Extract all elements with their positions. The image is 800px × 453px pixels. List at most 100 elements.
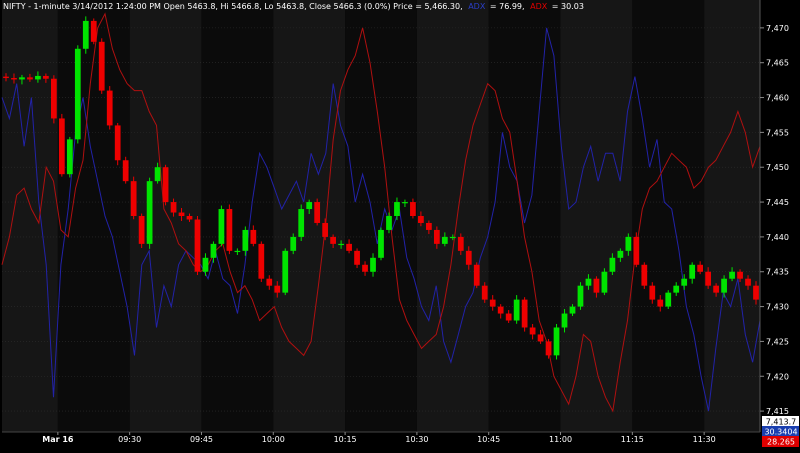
x-tick-label: 11:15	[621, 435, 644, 444]
candle-down	[114, 125, 121, 161]
candle-down	[50, 78, 57, 119]
x-tick-label: 10:00	[262, 435, 285, 444]
candle-up	[441, 236, 448, 244]
indicator2-badge: 28.265	[762, 436, 799, 447]
time-bands	[2, 0, 760, 432]
y-tick-label: 7,445	[766, 198, 789, 207]
candle-up	[290, 236, 297, 251]
candle-down	[266, 278, 273, 286]
candle-down	[11, 78, 17, 80]
candle-down	[481, 285, 488, 300]
x-tick-label: 09:45	[190, 435, 213, 444]
candle-up	[66, 139, 73, 175]
y-tick-label: 7,450	[766, 163, 789, 172]
time-band	[632, 0, 705, 432]
candle-up	[402, 202, 408, 204]
candle-down	[162, 167, 169, 203]
y-tick-label: 7,430	[766, 303, 789, 312]
header-text: NIFTY - 1-minute 3/14/2012 1:24:00 PM Op…	[3, 2, 463, 11]
candle-up	[210, 243, 217, 258]
candle-down	[322, 222, 329, 237]
header-adx2-value: = 30.03	[552, 2, 584, 11]
candle-up	[585, 278, 592, 286]
time-band	[704, 0, 760, 432]
candle-down	[178, 212, 185, 216]
time-band	[273, 0, 346, 432]
price-badge-text: 7,413.7	[766, 418, 797, 427]
candle-down	[537, 334, 544, 342]
y-tick-label: 7,440	[766, 233, 789, 242]
candle-up	[689, 264, 696, 279]
time-band	[488, 0, 561, 432]
price-badge: 7,413.7	[762, 416, 799, 427]
candle-up	[673, 285, 680, 293]
x-tick-label: 11:00	[549, 435, 572, 444]
y-tick-label: 7,415	[766, 407, 789, 416]
candle-up	[378, 229, 384, 258]
candle-down	[27, 77, 33, 80]
candle-up	[74, 48, 81, 140]
candle-down	[106, 90, 113, 126]
candle-down	[753, 285, 759, 300]
x-tick-label: 11:30	[693, 435, 716, 444]
candle-down	[465, 250, 472, 265]
candle-down	[330, 236, 336, 244]
time-band	[201, 0, 274, 432]
candle-down	[362, 264, 368, 272]
candle-down	[122, 160, 129, 182]
candle-down	[418, 216, 424, 223]
chart-header: NIFTY - 1-minute 3/14/2012 1:24:00 PM Op…	[3, 2, 584, 11]
y-axis: 7,415 7,420 7,425 7,430 7,435 7,440 7,445 7,450…	[759, 0, 789, 432]
candle-down	[274, 285, 281, 293]
candle-up	[19, 77, 25, 80]
candle-up	[449, 236, 456, 239]
candle-down	[697, 264, 704, 272]
candle-down	[90, 20, 97, 42]
x-tick-label: 10:30	[405, 435, 428, 444]
y-tick-label: 7,425	[766, 337, 789, 346]
candle-down	[593, 278, 600, 293]
candle-down	[58, 118, 65, 175]
y-tick-label: 7,470	[766, 24, 789, 33]
candle-up	[234, 250, 241, 253]
candle-down	[641, 264, 648, 286]
candle-down	[98, 41, 105, 91]
candle-down	[457, 236, 464, 251]
candle-down	[473, 264, 480, 286]
candle-up	[721, 278, 727, 293]
candle-down	[521, 299, 528, 328]
candle-down	[314, 202, 321, 223]
candle-down	[505, 313, 512, 321]
x-tick-label: Mar 16	[42, 435, 74, 444]
candle-down	[170, 202, 177, 213]
x-tick-label: 10:15	[334, 435, 357, 444]
candle-down	[426, 222, 432, 230]
indicator1-badge-text: 30.3404	[764, 428, 797, 437]
indicator1-badge: 30.3404	[762, 426, 799, 437]
candle-down	[130, 181, 137, 216]
y-tick-label: 7,455	[766, 128, 789, 137]
time-band	[416, 0, 489, 432]
candle-down	[713, 285, 719, 293]
candle-up	[513, 299, 520, 321]
candle-up	[617, 250, 624, 258]
candle-down	[633, 236, 640, 265]
candle-up	[553, 327, 560, 356]
candle-down	[410, 202, 416, 216]
chart: 7,415 7,420 7,425 7,430 7,435 7,440 7,445 7,450…	[0, 0, 800, 449]
chart-svg: 7,415 7,420 7,425 7,430 7,435 7,440 7,445 7,450…	[1, 0, 799, 447]
candle-up	[146, 181, 153, 244]
candle-up	[729, 271, 735, 279]
candle-up	[394, 202, 400, 216]
x-axis: Mar 16 09:30 09:45 10:00 10:15 10:30 10:45 11:0…	[2, 431, 760, 444]
candle-down	[433, 229, 440, 244]
candle-up	[218, 209, 225, 244]
candle-down	[346, 243, 352, 251]
candle-down	[489, 299, 496, 307]
candle-down	[657, 299, 664, 307]
candle-down	[354, 250, 360, 265]
candle-up	[202, 257, 209, 272]
candle-up	[681, 278, 688, 286]
candle-down	[529, 327, 536, 335]
candle-up	[338, 243, 344, 246]
